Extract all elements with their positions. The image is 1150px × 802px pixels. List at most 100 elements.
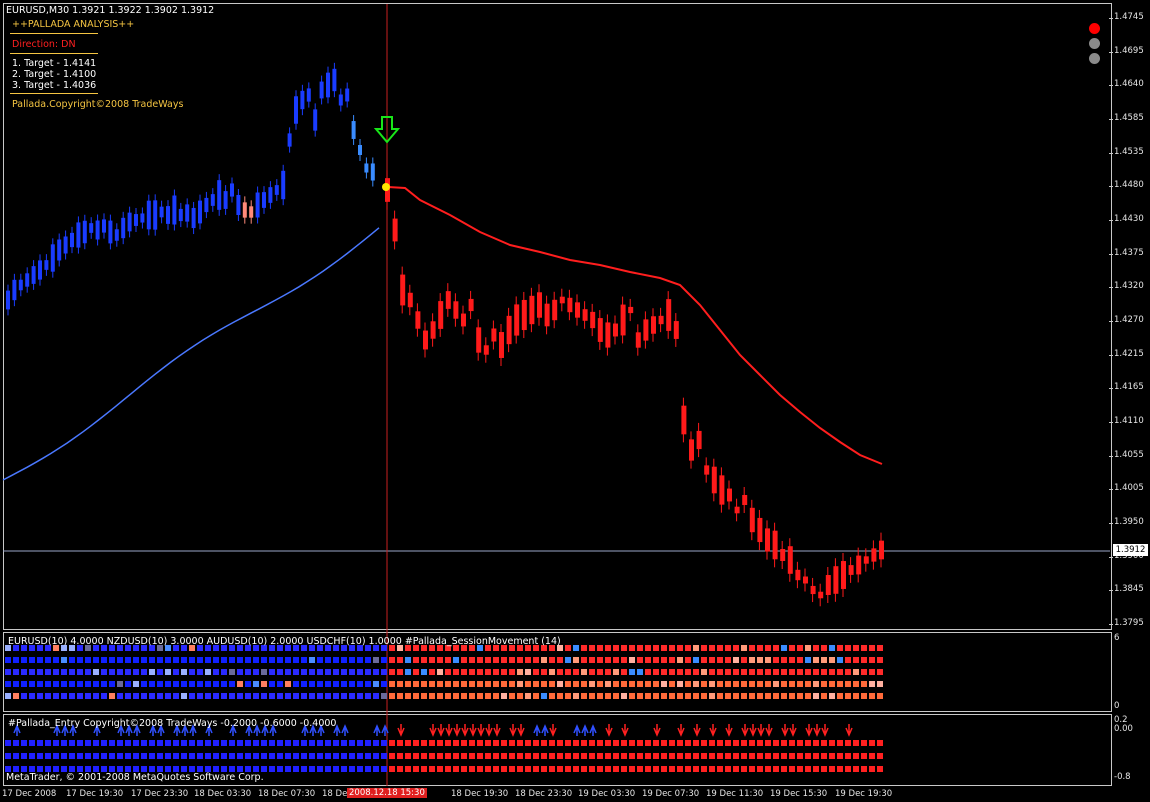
entry-cell [805,740,811,746]
entry-cell [725,753,731,759]
session-heat-cell [365,693,371,699]
candle-body [358,145,362,155]
candle-body [795,569,801,581]
session-heat-cell [309,657,315,663]
entry-cell [557,753,563,759]
session-heat-cell [813,669,819,675]
entry-cell [493,740,499,746]
price-tick: 1.4585 [1114,113,1144,123]
session-heat-cell [853,669,859,675]
session-heat-cell [5,693,11,699]
session-heat-cell [597,693,603,699]
session-heat-cell [581,693,587,699]
entry-cell [813,740,819,746]
entry-cell [61,740,67,746]
session-heat-cell [565,693,571,699]
session-heat-cell [573,645,579,651]
session-heat-cell [613,645,619,651]
entry-down-arrow-icon [429,724,437,737]
session-heat-cell [597,645,603,651]
session-heat-cell [29,657,35,663]
candle-body [18,279,23,291]
session-heat-cell [381,693,387,699]
session-heat-cell [549,693,555,699]
entry-cell [637,753,643,759]
session-heat-cell [221,657,227,663]
session-heat-cell [389,693,395,699]
price-tick-mark [1109,590,1113,592]
entry-cell [109,753,115,759]
time-tick: 17 Dec 2008 [2,789,57,799]
session-heat-cell [197,657,203,663]
session-heat-cell [149,693,155,699]
session-heat-cell [741,657,747,663]
session-heat-cell [205,693,211,699]
session-heat-cell [205,657,211,663]
candle-body [230,183,234,197]
session-heat-cell [789,645,795,651]
entry-cell [309,740,315,746]
candle-body [544,303,550,327]
entry-cell [445,740,451,746]
session-heat-cell [669,645,675,651]
entry-cell [725,766,731,772]
entry-cell [621,766,627,772]
session-heat-cell [61,693,67,699]
session-heat-cell [125,693,131,699]
session-heat-cell [733,693,739,699]
price-tick-mark [1109,253,1113,255]
entry-cell [237,740,243,746]
session-heat-cell [605,657,611,663]
session-heat-cell [357,669,363,675]
session-heat-cell [397,681,403,687]
session-heat-cell [813,645,819,651]
candle-body [483,345,489,355]
session-heat-cell [581,681,587,687]
session-heat-cell [821,657,827,663]
session-heat-cell [645,657,651,663]
entry-cell [805,753,811,759]
session-heat-cell [821,669,827,675]
session-heat-cell [701,693,707,699]
session-heat-cell [333,681,339,687]
entry-down-arrow-icon [621,724,629,737]
session-heat-cell [461,681,467,687]
entry-cell [325,740,331,746]
session-heat-cell [525,693,531,699]
entry-cell [533,766,539,772]
entry-cell [453,766,459,772]
entry-cell [205,753,211,759]
status-dot-gray [1089,53,1100,64]
candle-body [787,546,793,574]
entry-cell [253,753,259,759]
session-heat-cell [717,681,723,687]
target-3: 3. Target - 1.4036 [12,80,97,91]
session-heat-cell [357,693,363,699]
session-heat-cell [693,693,699,699]
session-heat-cell [341,693,347,699]
price-tick: 1.4430 [1114,214,1144,224]
session-heat-cell [341,681,347,687]
entry-cell [189,753,195,759]
entry-cell [285,740,291,746]
candle-body [559,296,565,304]
session-heat-cell [501,693,507,699]
session-heat-cell [829,657,835,663]
entry-cell [637,740,643,746]
session-heat-cell [821,681,827,687]
session-heat-cell [709,693,715,699]
session-heat-cell [741,681,747,687]
entry-cell [453,740,459,746]
entry-cell [757,753,763,759]
session-heat-cell [653,693,659,699]
metatrader-brand: MetaTrader, © 2001-2008 MetaQuotes Softw… [6,772,264,783]
entry-point-marker [382,183,390,191]
entry-cell [877,753,883,759]
session-heat-cell [781,657,787,663]
entry-cell [877,740,883,746]
entry-cell [93,740,99,746]
session-heat-cell [845,657,851,663]
entry-cell [661,753,667,759]
candle-body [628,306,634,314]
entry-cell [477,753,483,759]
